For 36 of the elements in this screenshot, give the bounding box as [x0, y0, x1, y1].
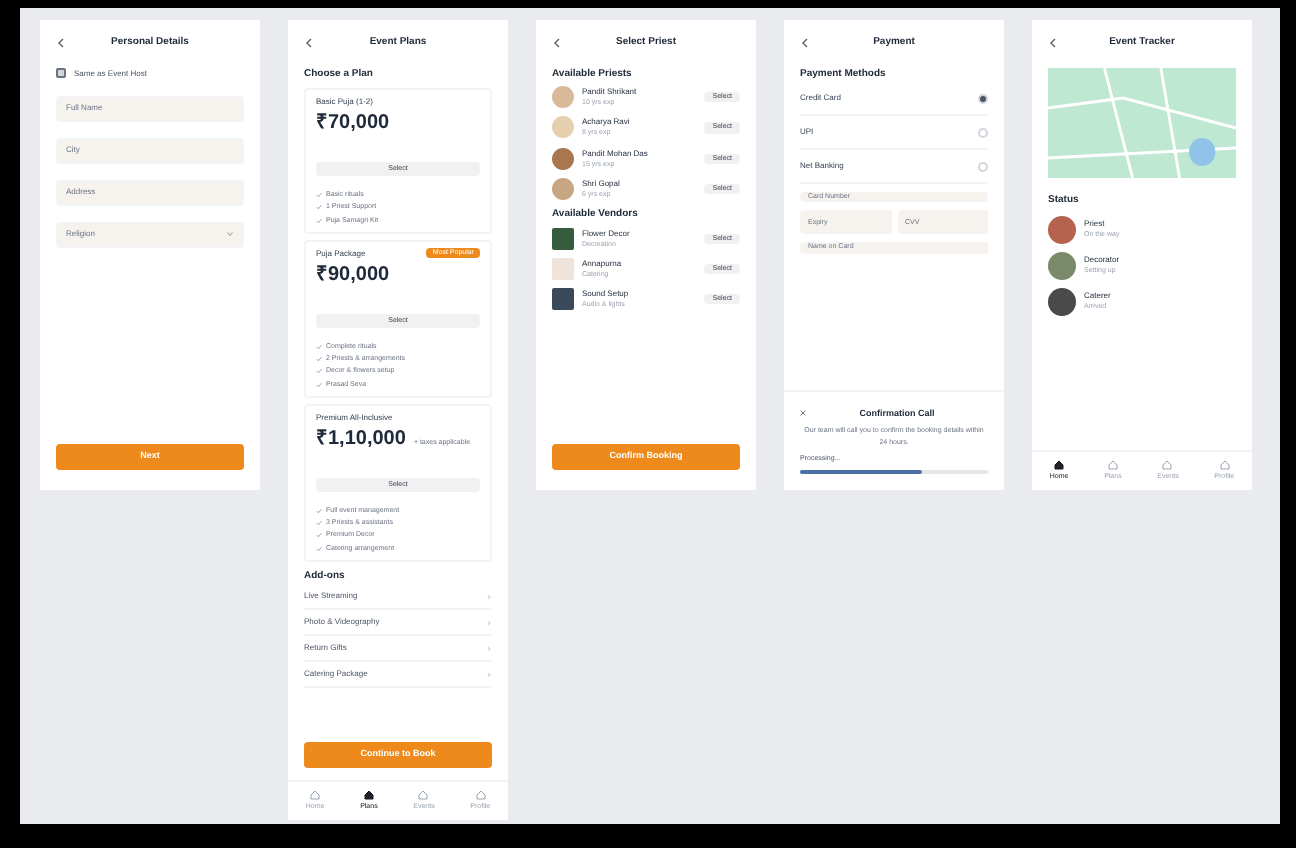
chevron-icon — [226, 230, 234, 238]
nav-icon — [363, 789, 374, 800]
back-icon[interactable] — [56, 38, 66, 49]
chevron-icon — [486, 619, 492, 626]
plan-price: ₹1,10,000 — [316, 425, 406, 454]
nav-icon — [1107, 459, 1118, 470]
close-icon[interactable] — [800, 410, 806, 417]
avatar — [552, 116, 574, 139]
chevron-icon — [486, 671, 492, 678]
nav-icon — [1054, 459, 1065, 470]
nav-icon — [1219, 459, 1230, 470]
plan-price: ₹70,000 — [316, 110, 390, 138]
back-icon[interactable] — [800, 38, 810, 49]
radio[interactable] — [978, 161, 988, 171]
vendor-photo — [552, 227, 574, 250]
avatar — [552, 177, 574, 200]
plan-price: ₹90,000 — [316, 261, 390, 290]
nav-icon — [1162, 459, 1173, 470]
checkbox[interactable] — [56, 68, 66, 78]
back-icon[interactable] — [1048, 38, 1058, 49]
avatar — [552, 147, 574, 170]
vendor-photo — [552, 288, 574, 311]
nav-icon — [475, 789, 486, 800]
avatar — [1048, 216, 1076, 244]
radio[interactable] — [978, 127, 988, 137]
avatar — [1048, 288, 1076, 316]
vendor-photo — [552, 257, 574, 280]
avatar — [552, 86, 574, 109]
nav-icon — [418, 789, 429, 800]
back-icon[interactable] — [552, 38, 562, 49]
avatar — [1048, 252, 1076, 280]
back-icon[interactable] — [304, 38, 314, 49]
radio[interactable] — [978, 93, 988, 103]
chevron-icon — [486, 645, 492, 652]
chevron-icon — [486, 593, 492, 600]
nav-icon — [310, 789, 321, 800]
